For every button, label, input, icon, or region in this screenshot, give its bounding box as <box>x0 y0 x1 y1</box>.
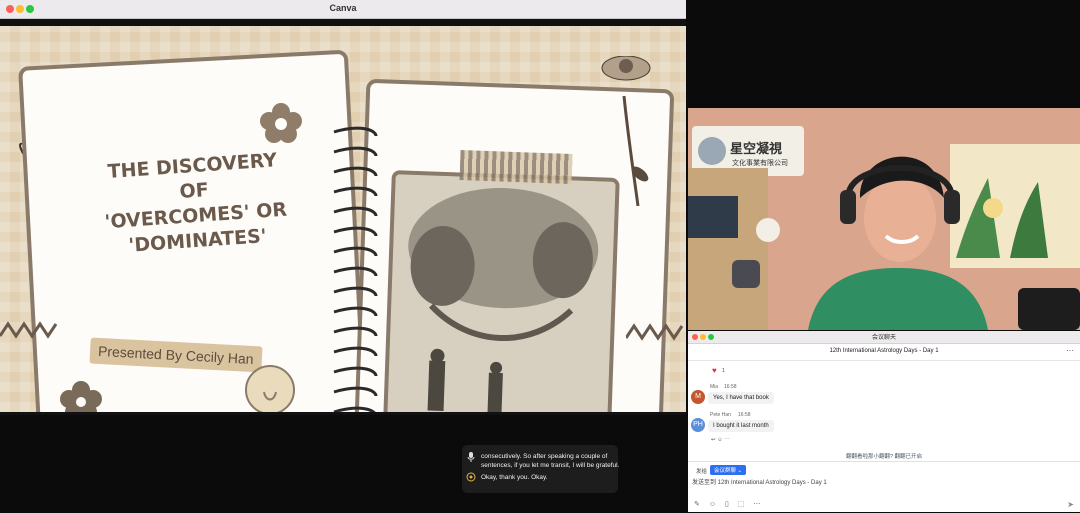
chat-titlebar: 会议聊天 <box>688 331 1080 344</box>
message-time: 16:58 <box>738 412 751 418</box>
speaker-video: 星空凝視 文化事業有限公司 <box>688 108 1080 330</box>
avatar[interactable]: M <box>691 390 705 404</box>
speaker-icon <box>466 472 476 482</box>
screenshot-icon[interactable]: ⬚ <box>738 501 745 508</box>
caption-line: Okay, thank you. Okay. <box>481 474 548 481</box>
meeting-chat-window: 会议聊天 12th International Astrology Days -… <box>688 331 1080 512</box>
chat-header: 12th International Astrology Days - Day … <box>688 344 1080 361</box>
send-icon[interactable]: ➤ <box>1067 500 1074 509</box>
caption-line: consecutively. So after speaking a coupl… <box>481 453 620 469</box>
canva-window: Canva THE DISCOVERY OF 'OVERCOMES' OR 'D… <box>0 0 686 415</box>
more-icon[interactable]: ⋯ <box>753 501 760 508</box>
microphone-icon <box>467 452 475 462</box>
slide-title: THE DISCOVERY OF 'OVERCOMES' OR 'DOMINAT… <box>103 149 288 257</box>
reaction-count: 1 <box>722 368 726 374</box>
file-icon[interactable]: ▯ <box>725 501 729 508</box>
more-options-icon[interactable]: ⋯ <box>1066 346 1074 355</box>
emoji-icon[interactable]: ☺ <box>709 501 716 508</box>
message-bubble[interactable]: I bought it last month <box>708 420 774 432</box>
sketch-illustration <box>382 170 620 412</box>
compose-area: 发给 会议群聊 ⌄ 发送至到 12th International Astrol… <box>688 461 1080 513</box>
window-titlebar: Canva <box>0 0 686 19</box>
send-to-label: 发给 <box>696 469 708 475</box>
format-icon[interactable]: ✎ <box>694 501 700 508</box>
chat-header-title: 12th International Astrology Days - Day … <box>829 348 939 354</box>
chat-window-title: 会议聊天 <box>871 335 896 341</box>
compose-toolbar: ✎ ☺ ▯ ⬚ ⋯ <box>694 500 767 508</box>
translation-banner[interactable]: 翻翻看啦那小翻翻? 翻翻已开启 <box>688 452 1080 460</box>
window-title: Canva <box>329 3 357 13</box>
lightbulb-icon <box>245 365 295 412</box>
sign-subtext: 文化事業有限公司 <box>732 159 788 167</box>
spiral-binding <box>333 126 378 412</box>
message-actions[interactable]: ↩ ☺ ⋯ <box>711 437 730 443</box>
message-input[interactable]: 发送至到 12th International Astrology Days -… <box>692 477 827 486</box>
message-sender: Mia <box>710 384 719 390</box>
recipient-dropdown[interactable]: 会议群聊 ⌄ <box>710 465 747 475</box>
sign-text: 星空凝視 <box>730 142 783 157</box>
presentation-slide: THE DISCOVERY OF 'OVERCOMES' OR 'DOMINAT… <box>0 26 686 412</box>
heart-reaction-icon[interactable]: ♥ <box>712 366 717 375</box>
flower-icon <box>60 381 102 412</box>
avatar[interactable]: PH <box>691 418 705 432</box>
message-bubble[interactable]: Yes, I have that book <box>708 392 774 404</box>
message-sender: Pete Han <box>710 412 731 418</box>
zigzag-decoration <box>626 323 684 341</box>
tape-decoration <box>459 150 573 184</box>
message-time: 16:58 <box>724 384 737 390</box>
flower-icon <box>260 103 302 143</box>
zigzag-decoration <box>0 321 58 339</box>
